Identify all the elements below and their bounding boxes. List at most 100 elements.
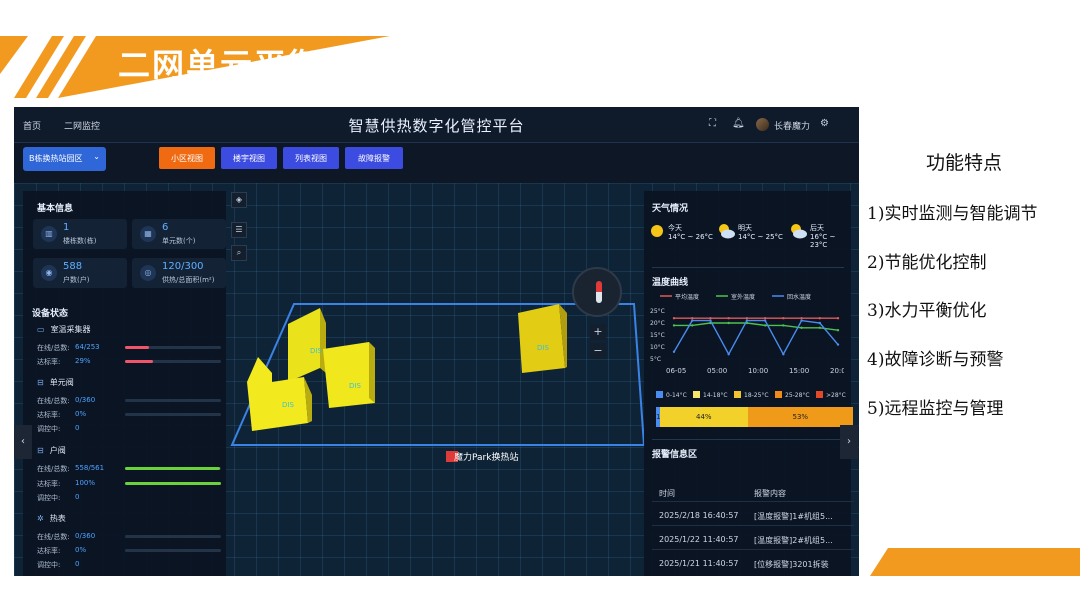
legend-swatch [734,391,741,398]
series-point [818,317,821,320]
row-value: 100% [75,479,96,487]
station-select[interactable]: B栋换热站园区 ⌄ [23,147,106,171]
layers-icon[interactable]: ◈ [231,192,247,208]
slide-title: 二网单元平衡系统 [118,46,391,84]
features-title: 功能特点 [926,152,1003,174]
building-a[interactable]: DIS [288,308,326,382]
legend-label: 25-28°C [785,392,810,399]
legend-label: 回水温度 [787,293,811,301]
progress-bar [125,413,221,416]
building-d[interactable]: DIS [518,304,567,373]
toolbar: B栋换热站园区 ⌄ 小区视图 楼宇视图 列表视图 故障报警 [14,143,859,183]
search-icon[interactable]: ⌕ [231,245,247,261]
alarm-content[interactable]: [温度报警]2#机组5... [754,535,833,546]
legend-swatch [656,391,663,398]
legend-label: 室外温度 [731,293,755,301]
partly-cloudy-icon [791,224,807,239]
heat-station-label[interactable]: 魔力Park换热站 [454,450,518,463]
device-group-household-valve: ⊟ 户阀 [37,445,66,456]
device-group-unit-valve: ⊟ 单元阀 [37,377,74,388]
feature-item: 5)远程监控与管理 [867,399,1004,419]
alarm-header-time: 时间 [659,489,675,498]
stat-value: 6 [162,222,169,233]
sunny-icon [651,225,663,237]
compass-control[interactable] [572,267,622,317]
progress-fill [125,467,221,470]
tab-list-view[interactable]: 列表视图 [283,147,339,169]
x-tick-label: 20:00 [830,367,844,375]
progress-fill [125,346,149,349]
series-point [763,317,767,320]
stat-label: 单元数(个) [162,237,196,245]
gear-icon[interactable]: ⚙ [820,118,829,129]
series-point [691,324,694,327]
building-b[interactable]: DIS [323,342,375,408]
bell-icon[interactable]: 🔔︎ [732,118,745,129]
distribution-segment: 53% [747,407,853,427]
alarm-time[interactable]: 2025/1/21 11:40:57 [659,559,739,568]
weather-title: 天气情况 [652,204,689,214]
stat-units: ▦ 6 单元数(个) [132,219,226,249]
weather-day-label: 后天 [810,224,824,232]
avatar[interactable] [756,118,769,131]
series-point [727,353,730,356]
row-label: 调控中: [37,561,61,569]
y-tick-label: 10°C [650,344,665,351]
alarm-time[interactable]: 2025/1/22 11:40:57 [659,535,739,544]
legend-label: >28°C [826,392,846,399]
series-point [836,329,840,332]
menu-icon[interactable]: ☰ [231,222,247,238]
legend-label: 0-14°C [666,392,687,399]
row-value: 64/253 [75,343,100,351]
alarm-content[interactable]: [温度报警]1#机组5... [754,511,833,522]
zoom-out-button[interactable]: − [590,343,606,359]
building-d-label: DIS [537,344,549,352]
temp-legend-item: 0-14°C [656,391,687,399]
legend-swatch [816,391,823,398]
temp-curve-chart: 平均温度 室外温度 回水温度 25°C 20°C 15°C 10°C 5°C 06-05 05:0… [650,293,844,375]
building-a-label: DIS [310,347,322,355]
series-point [800,319,803,322]
temp-curve-title: 温度曲线 [652,278,689,288]
stat-households: ◉ 588 户数(户) [33,258,127,288]
temp-legend-item: 14-18°C [693,391,728,399]
weather-day-label: 今天 [668,224,682,232]
user-name[interactable]: 长春魔力 [774,119,810,132]
series-point [672,324,676,327]
row-label: 在线/总数: [37,344,70,352]
progress-bar [125,399,221,402]
fullscreen-icon[interactable]: ⛶ [709,118,716,129]
row-value: 0 [75,493,80,501]
map-view[interactable]: DIS DIS DIS DIS 魔力Park换热站 ◈ ☰ ⌕ + − 基本信息… [14,183,859,576]
divider [652,501,854,502]
chevron-right-icon[interactable]: › [840,425,858,459]
alarm-content[interactable]: [位移报警]3201拆装 [754,559,829,570]
tab-community-view[interactable]: 小区视图 [159,147,215,169]
stat-label: 楼栋数(栋) [63,237,97,245]
x-tick-label: 15:00 [789,367,809,375]
tab-building-view[interactable]: 楼宇视图 [221,147,277,169]
alarm-time[interactable]: 2025/2/18 16:40:57 [659,511,739,520]
series-point [763,319,767,322]
legend-label: 平均温度 [675,293,699,301]
zoom-in-button[interactable]: + [590,324,606,340]
legend-label: 18-25°C [744,392,769,399]
series-point [727,317,730,320]
row-label: 达标率: [37,358,61,366]
meter-icon: ✲ [37,514,44,523]
app-screenshot: 首页 二网监控 智慧供热数字化管控平台 ⛶ 🔔︎ 长春魔力 ⚙ B栋换热站园区 … [14,107,859,576]
corner-decoration [870,548,1080,576]
row-value: 558/561 [75,464,105,472]
series-point [782,317,785,320]
temp-legend-item: 25-28°C [775,391,810,399]
tab-fault-alarm[interactable]: 故障报警 [345,147,403,169]
series-point [745,319,749,322]
chevron-left-icon[interactable]: ‹ [14,425,32,459]
progress-bar [125,549,221,552]
stat-label: 供热/总面积(m²) [162,276,215,284]
monitor-icon: ▭ [37,325,45,334]
progress-fill [125,482,221,485]
alarm-header-content: 报警内容 [754,489,786,498]
divider [652,267,844,268]
progress-bar [125,360,221,363]
